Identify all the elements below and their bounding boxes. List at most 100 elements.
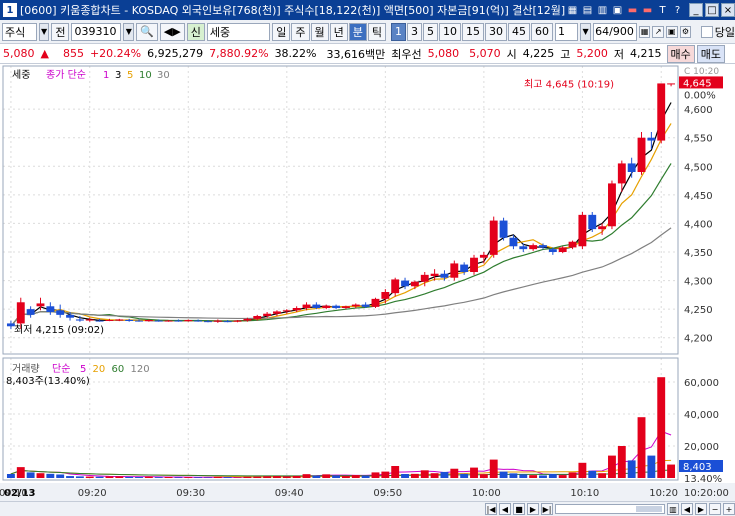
price-tick-label: 4,500 [684,162,713,173]
minimize-button[interactable]: _ [689,3,703,17]
market-type-dropdown[interactable]: ▼ [38,22,50,41]
volume-bar [558,475,567,478]
period-tab[interactable]: 주 [291,22,310,41]
candle-body [351,304,360,307]
candlestick-chart[interactable]: 4,600 4,550 4,500 4,450 4,400 4,350 4,300 4,250… [0,64,735,501]
volume-bar [184,477,193,478]
stock-code-dropdown[interactable]: ▼ [123,22,135,41]
volume-bar [292,475,301,478]
ask-price: 5,080 [427,47,460,60]
stock-code-input[interactable]: 039310 [71,22,122,41]
volume-bar [332,475,341,478]
price-tick-label: 4,600 [684,105,713,116]
candle-body [539,245,547,248]
axis-top-label: C 10:20 [684,67,719,77]
volume-bar [617,446,626,478]
interval-tab[interactable]: 10 [439,22,462,41]
scroll-left-button[interactable]: ◀ [499,503,511,515]
chart-type-icon[interactable]: ▥ [667,503,679,515]
candle-body [381,292,390,299]
title-bar: 1 [0600] 키움종합차트 - KOSDAQ 외국인보유[768(천)] 주… [0,0,735,20]
sound-icon[interactable]: ◀▶ [159,22,185,41]
volume-bar [263,476,272,478]
T-icon[interactable]: T [656,4,669,17]
maximize-button[interactable]: □ [705,3,719,17]
candle-body [568,241,577,248]
interval-tab[interactable]: 45 [508,22,531,41]
interval-tab[interactable]: 30 [485,22,508,41]
interval-tab[interactable]: 60 [531,22,554,41]
candle-body [489,220,498,255]
price-tick-label: 4,400 [684,219,713,230]
red-bar-icon[interactable]: ▬ [641,4,654,17]
red-bar-icon[interactable]: ▬ [626,4,639,17]
volume-bar [75,476,84,478]
line-tool-icon[interactable]: ↗ [652,25,665,38]
close-button[interactable]: × [721,3,735,17]
arrow-right-icon[interactable]: ▶ [695,503,707,515]
volume-bar [479,474,488,478]
table-icon[interactable]: ▤ [581,4,594,17]
volume-bar [135,477,143,478]
candle-body [479,254,488,258]
today-checkbox[interactable] [701,25,713,38]
volume-bar [578,462,587,478]
settings-icon[interactable]: ⚙ [679,25,692,38]
volume-bar [341,476,350,478]
sell-button[interactable]: 매도 [696,44,725,63]
volume-bar [16,467,25,478]
candle-body [213,320,222,322]
scroll-track[interactable] [555,504,665,514]
price-tick-label: 4,200 [684,334,713,345]
stop-button[interactable]: ■ [513,503,525,515]
period-tab[interactable]: 일 [272,22,291,41]
period-tabs: 일주월년분틱 [272,22,387,41]
buy-button[interactable]: 매수 [666,44,695,63]
candle-body [282,310,291,312]
search-button[interactable]: 🔍 [136,22,158,41]
arrow-left-icon[interactable]: ◀ [681,503,693,515]
interval-tab[interactable]: 3 [407,22,423,41]
candle-body [371,298,380,307]
x-axis-label: 09:40 [275,488,304,499]
prefix-button[interactable]: 전 [51,22,70,41]
help-icon[interactable]: ? [671,4,684,17]
x-axis-label: 09:10 [0,488,28,499]
period-tab[interactable]: 년 [329,22,348,41]
volume-bar [381,471,390,478]
period-tab[interactable]: 월 [310,22,329,41]
candle-body [95,320,104,322]
period-tab[interactable]: 분 [348,22,367,41]
list-icon[interactable]: ▥ [596,4,609,17]
tools-icon[interactable]: ▣ [611,4,624,17]
chart-area[interactable]: 4,600 4,550 4,500 4,450 4,400 4,350 4,300 4,250… [0,64,735,501]
zoom-out-button[interactable]: − [709,503,721,515]
x-axis-label: 09:30 [176,488,205,499]
volume-bar [56,474,65,478]
market-type-select[interactable]: 주식 [2,22,37,41]
panel-title: 세중 [12,69,30,81]
candle-body [420,274,429,282]
interval-tab[interactable]: 1 [391,22,407,41]
candle-body [332,305,341,308]
grid-icon[interactable]: ▦ [566,4,579,17]
grid-toggle-icon[interactable]: ▦ [638,25,651,38]
scroll-right-button[interactable]: ▶ [527,503,539,515]
low-price: 4,215 [630,47,662,60]
volume-bar [410,473,419,478]
zoom-in-button[interactable]: + [723,503,735,515]
volume-bar [85,476,94,478]
scroll-left-end-button[interactable]: |◀ [485,503,497,515]
price-change: 855 [62,47,84,60]
interval-tab[interactable]: 5 [423,22,439,41]
period-tab[interactable]: 틱 [367,22,387,41]
volume-bar [174,477,183,478]
candle-body [105,320,114,321]
candle-body [263,313,272,316]
scroll-right-end-button[interactable]: ▶| [541,503,553,515]
interval-dropdown[interactable]: ▼ [580,22,591,41]
scroll-thumb[interactable] [636,506,662,512]
save-icon[interactable]: ▣ [666,25,678,38]
interval-tab[interactable]: 15 [462,22,485,41]
interval-value-input[interactable]: 1 [555,22,579,41]
